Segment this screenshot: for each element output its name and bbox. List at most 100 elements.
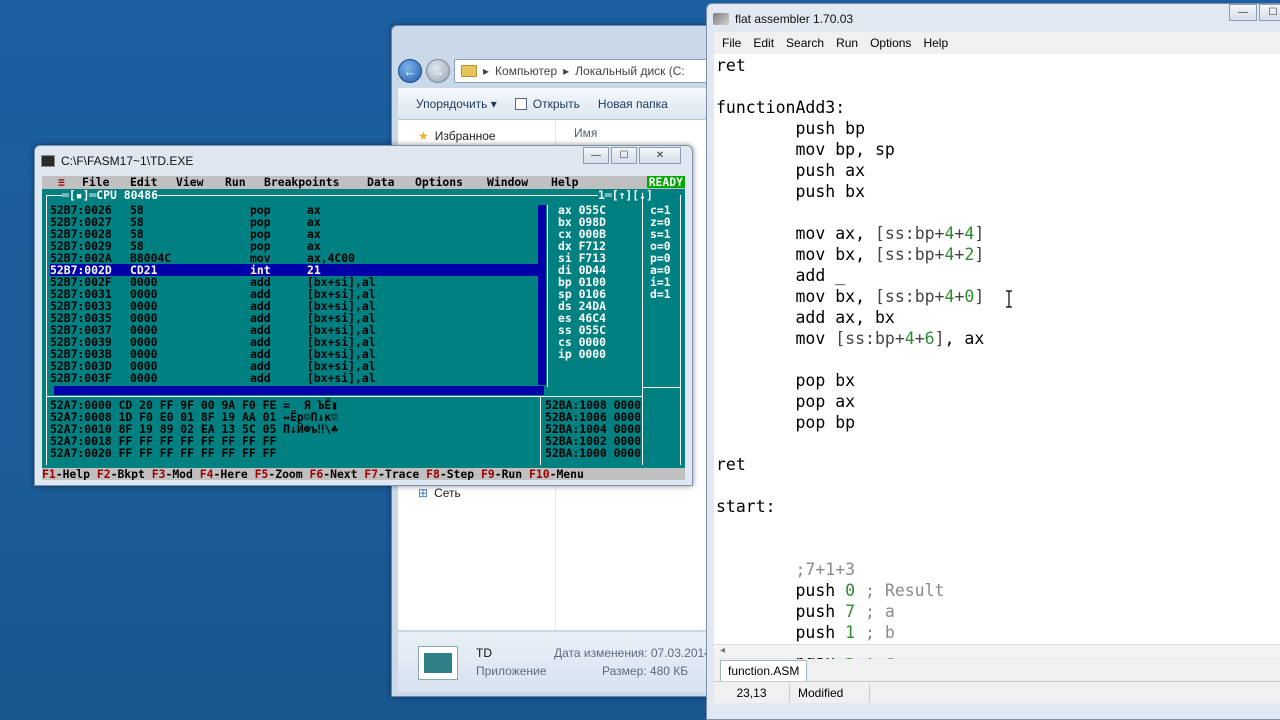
cpu-title: ═[▪]═CPU 80486 xyxy=(62,188,159,202)
code-token: 4 xyxy=(944,245,955,264)
code-row[interactable]: 52B7:002D CD21 int 21 xyxy=(50,264,540,276)
fkey-f8[interactable]: F8-Step xyxy=(426,468,474,480)
fkey-f3[interactable]: F3-Mod xyxy=(152,468,193,480)
menu-options[interactable]: Options xyxy=(870,36,911,50)
menu-edit[interactable]: Edit xyxy=(753,36,774,50)
fkey-f6[interactable]: F6-Next xyxy=(310,468,358,480)
code-row[interactable]: 52B7:0037 0000 add [bx+si],al xyxy=(50,324,540,336)
code-token: push xyxy=(716,623,846,642)
register-row[interactable]: ip 0000 xyxy=(558,348,606,360)
organize-button[interactable]: Упорядочить ▾ xyxy=(416,97,497,111)
code-row[interactable]: 52B7:0033 0000 add [bx+si],al xyxy=(50,300,540,312)
breadcrumb-local-disk[interactable]: Локальный диск (C: xyxy=(575,64,685,78)
code-token: start: xyxy=(716,497,776,516)
file-tab[interactable]: function.ASM xyxy=(720,660,808,681)
nav-item-favorites[interactable]: ★ Избранное xyxy=(418,129,496,143)
code-vertical-scrollbar[interactable] xyxy=(538,205,546,385)
fkey-f4[interactable]: F4-Here xyxy=(200,468,248,480)
code-row[interactable]: 52B7:0028 58 pop ax xyxy=(50,228,540,240)
fkey-key: F4 xyxy=(199,468,214,480)
fkey-f7[interactable]: F7-Trace xyxy=(364,468,419,480)
code-row[interactable]: 52B7:002F 0000 add [bx+si],al xyxy=(50,276,540,288)
td-menu-help[interactable]: Help xyxy=(551,176,578,188)
dos-screen[interactable]: ≡ File Edit View Run Breakpoints Data Op… xyxy=(42,176,685,480)
fkey-key: F5 xyxy=(254,468,269,480)
code-token: ; b xyxy=(855,623,895,642)
fkey-f5[interactable]: F5-Zoom xyxy=(255,468,303,480)
code-row[interactable]: 52B7:0039 0000 add [bx+si],al xyxy=(50,336,540,348)
code-line: pop ax xyxy=(716,391,855,412)
fasm-maximize-button[interactable]: ☐ xyxy=(1259,4,1280,21)
cpu-window[interactable]: ═[▪]═CPU 80486 1═[↑][↓] 52B7:0026 58 pop ax… xyxy=(42,189,685,468)
code-line: start: xyxy=(716,496,776,517)
folder-icon xyxy=(461,65,477,77)
flag-row[interactable]: d=1 xyxy=(650,288,671,300)
code-row[interactable]: 52B7:003F 0000 add [bx+si],al xyxy=(50,372,540,384)
fkey-f10[interactable]: F10-Menu xyxy=(529,468,584,480)
code-token: + xyxy=(914,329,925,348)
console-icon xyxy=(41,155,55,167)
code-row[interactable]: 52B7:002A B8004C mov ax,4C00 xyxy=(50,252,540,264)
cpu-title-right[interactable]: 1═[↑][↓] xyxy=(598,189,653,201)
close-button[interactable]: ✕ xyxy=(639,147,681,164)
td-menu-window[interactable]: Window xyxy=(487,176,528,188)
dump-row[interactable]: 52A7:0020 FF FF FF FF FF FF FF FF xyxy=(50,447,276,459)
td-titlebar[interactable]: C:\F\FASM17~1\TD.EXE xyxy=(41,152,193,170)
fasm-titlebar[interactable]: flat assembler 1.70.03 xyxy=(713,8,853,30)
td-menu-system[interactable]: ≡ xyxy=(58,176,65,188)
code-row[interactable]: 52B7:0027 58 pop ax xyxy=(50,216,540,228)
td-menu-edit[interactable]: Edit xyxy=(130,176,157,188)
code-token: ; Result xyxy=(855,581,945,600)
nav-item-network[interactable]: ⊞ Сеть xyxy=(418,486,461,500)
forward-button[interactable]: → xyxy=(426,59,450,83)
td-menu-options[interactable]: Options xyxy=(415,176,463,188)
address-bar[interactable]: ▸ Компьютер ▸ Локальный диск (C: xyxy=(454,59,714,83)
stack-row[interactable]: 52BA:1000 0000 xyxy=(545,447,641,459)
details-pane: TD Приложение Дата изменения: 07.03.2014… xyxy=(398,632,714,692)
menu-run[interactable]: Run xyxy=(836,36,858,50)
code-token: 6 xyxy=(924,329,935,348)
code-editor[interactable]: ret functionAdd3: push bp mov bp, sp push… xyxy=(714,54,1280,663)
breadcrumb-computer[interactable]: Компьютер xyxy=(495,64,557,78)
menu-help[interactable]: Help xyxy=(923,36,948,50)
code-row[interactable]: 52B7:003B 0000 add [bx+si],al xyxy=(50,348,540,360)
fkey-f1[interactable]: F1-Help xyxy=(42,468,90,480)
nav-item-network-label: Сеть xyxy=(434,486,461,500)
chevron-right-icon: ▸ xyxy=(563,64,570,78)
code-row[interactable]: 52B7:003D 0000 add [bx+si],al xyxy=(50,360,540,372)
open-button[interactable]: Открыть xyxy=(514,97,580,111)
menu-search[interactable]: Search xyxy=(786,36,824,50)
fasm-window-controls: — ☐ xyxy=(1229,4,1280,21)
fasm-minimize-button[interactable]: — xyxy=(1229,4,1257,21)
code-horizontal-scrollbar[interactable] xyxy=(54,386,544,395)
code-row[interactable]: 52B7:0035 0000 add [bx+si],al xyxy=(50,312,540,324)
code-token: mov bx, xyxy=(716,245,875,264)
back-button[interactable]: ← xyxy=(398,59,422,83)
column-header-name[interactable]: Имя xyxy=(574,126,597,140)
new-folder-button[interactable]: Новая папка xyxy=(598,97,668,111)
td-menu-run[interactable]: Run xyxy=(225,176,246,188)
td-menu-view[interactable]: View xyxy=(176,176,203,188)
menu-file[interactable]: File xyxy=(722,36,741,50)
code-line: mov [ss:bp+4+6], ax xyxy=(716,328,984,349)
code-row[interactable]: 52B7:0029 58 pop ax xyxy=(50,240,540,252)
maximize-button[interactable]: ☐ xyxy=(611,147,637,164)
code-hex: 0000 xyxy=(130,371,158,385)
modified-status: Modified xyxy=(790,683,870,702)
code-row[interactable]: 52B7:0031 0000 add [bx+si],al xyxy=(50,288,540,300)
turbo-debugger-window[interactable]: C:\F\FASM17~1\TD.EXE — ☐ ✕ ≡ File Edit V… xyxy=(34,145,693,486)
code-token: [ss:bp+ xyxy=(874,224,945,243)
code-row[interactable]: 52B7:0026 58 pop ax xyxy=(50,204,540,216)
td-menu-data[interactable]: Data xyxy=(367,176,394,188)
editor-horizontal-scrollbar[interactable]: ◂ xyxy=(714,644,1280,658)
td-menu-breakpoints[interactable]: Breakpoints xyxy=(264,176,339,188)
fasm-status-bar: 23,13 Modified xyxy=(714,681,1280,703)
td-menu-file[interactable]: File xyxy=(82,176,109,188)
fkey-f2[interactable]: F2-Bkpt xyxy=(97,468,145,480)
minimize-button[interactable]: — xyxy=(583,147,609,164)
detail-size-label: Размер: xyxy=(602,664,647,678)
fasm-window[interactable]: flat assembler 1.70.03 — ☐ File Edit Sea… xyxy=(706,3,1280,720)
fkey-f9[interactable]: F9-Run xyxy=(481,468,522,480)
cpu-frame-mid xyxy=(642,195,643,465)
open-icon xyxy=(514,97,527,110)
